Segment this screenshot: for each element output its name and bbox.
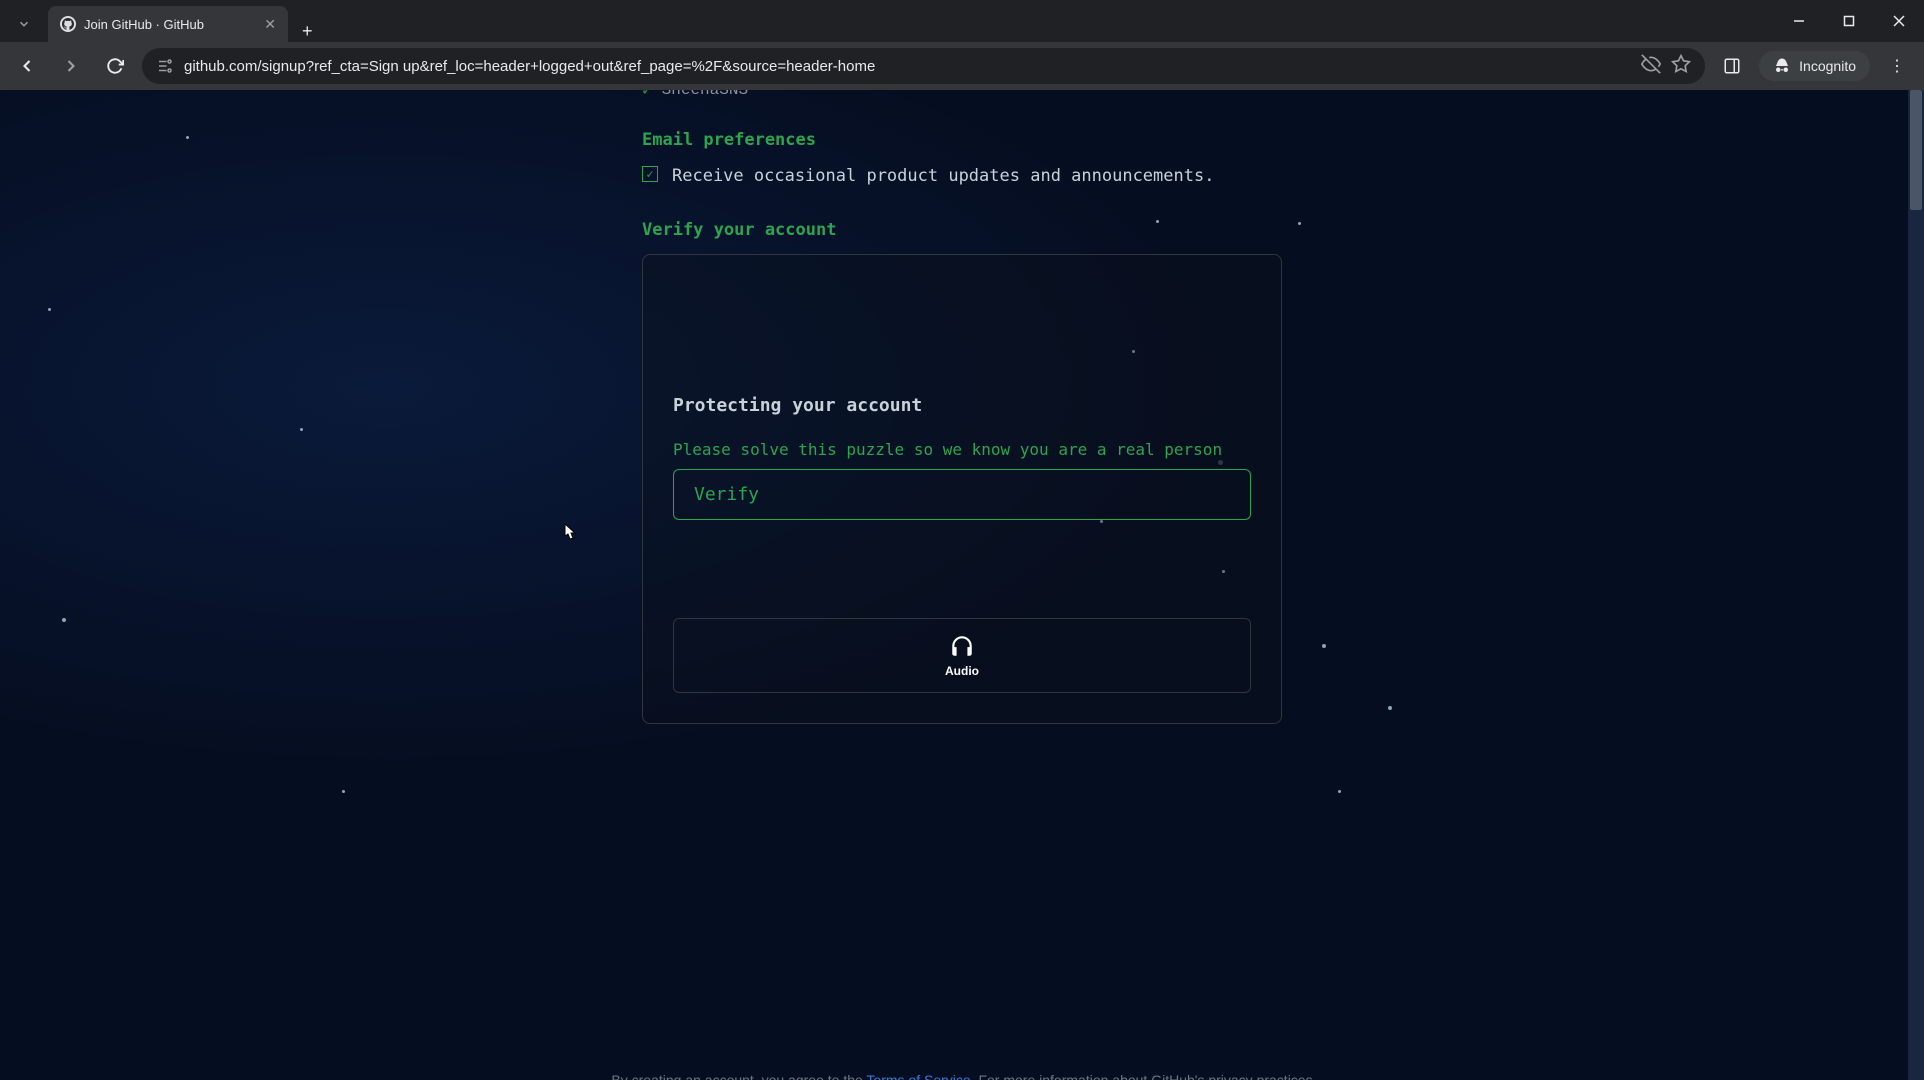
star-decoration xyxy=(300,428,303,431)
url-text: github.com/signup?ref_cta=Sign up&ref_lo… xyxy=(184,58,1631,75)
star-decoration xyxy=(1298,222,1301,225)
scrollbar-thumb[interactable] xyxy=(1910,90,1922,210)
incognito-label: Incognito xyxy=(1799,58,1856,74)
puzzle-instruction: Please solve this puzzle so we know you … xyxy=(673,440,1251,459)
email-prefs-label: Email preferences xyxy=(642,130,1282,150)
verify-account-label: Verify your account xyxy=(642,220,1282,240)
side-panel-button[interactable] xyxy=(1715,49,1749,83)
cursor-pointer-icon xyxy=(558,522,580,548)
footer-text: By creating an account, you agree to the… xyxy=(611,1072,1312,1080)
audio-label: Audio xyxy=(945,664,979,678)
star-decoration xyxy=(1338,790,1341,793)
close-icon[interactable]: ✕ xyxy=(264,16,276,33)
new-tab-button[interactable]: + xyxy=(288,21,327,42)
signup-form: ✓ SheenaSNS Email preferences ✓ Receive … xyxy=(642,90,1282,724)
tab-title: Join GitHub · GitHub xyxy=(84,17,256,32)
verify-panel: Protecting your account Please solve thi… xyxy=(642,254,1282,724)
tos-link[interactable]: Terms of Service xyxy=(866,1072,970,1080)
headphones-icon xyxy=(949,633,975,662)
scrollbar[interactable] xyxy=(1908,90,1924,1080)
star-decoration xyxy=(342,790,345,793)
github-favicon xyxy=(60,16,76,32)
site-settings-icon[interactable] xyxy=(156,57,174,75)
search-tabs-button[interactable] xyxy=(6,6,42,42)
star-decoration xyxy=(62,618,66,622)
protect-heading: Protecting your account xyxy=(673,395,1251,416)
chevron-down-icon xyxy=(17,17,31,31)
back-button[interactable] xyxy=(10,49,44,83)
check-icon: ✓ xyxy=(642,90,652,100)
audio-button[interactable]: Audio xyxy=(673,618,1251,693)
verify-button[interactable]: Verify xyxy=(673,469,1251,520)
username-value: SheenaSNS xyxy=(662,90,748,99)
minimize-button[interactable] xyxy=(1774,0,1824,42)
tab-active[interactable]: Join GitHub · GitHub ✕ xyxy=(48,6,288,42)
email-prefs-checkbox[interactable]: ✓ xyxy=(642,166,658,182)
close-window-button[interactable] xyxy=(1874,0,1924,42)
menu-button[interactable]: ⋮ xyxy=(1880,56,1914,76)
titlebar: Join GitHub · GitHub ✕ + xyxy=(0,0,1924,42)
eye-off-icon[interactable] xyxy=(1641,54,1661,79)
reload-button[interactable] xyxy=(98,49,132,83)
address-bar[interactable]: github.com/signup?ref_cta=Sign up&ref_lo… xyxy=(142,48,1705,84)
tabs-area: Join GitHub · GitHub ✕ + xyxy=(0,0,327,42)
toolbar: github.com/signup?ref_cta=Sign up&ref_lo… xyxy=(0,42,1924,90)
star-decoration xyxy=(1322,644,1326,648)
star-decoration xyxy=(1388,706,1392,710)
star-decoration xyxy=(48,308,51,311)
email-prefs-checkbox-label: Receive occasional product updates and a… xyxy=(672,164,1214,190)
page-viewport: ✓ SheenaSNS Email preferences ✓ Receive … xyxy=(0,90,1924,1080)
window-controls xyxy=(1774,0,1924,42)
incognito-badge[interactable]: Incognito xyxy=(1759,51,1870,81)
star-decoration xyxy=(186,136,189,139)
maximize-button[interactable] xyxy=(1824,0,1874,42)
forward-button[interactable] xyxy=(54,49,88,83)
email-prefs-checkbox-row: ✓ Receive occasional product updates and… xyxy=(642,164,1282,190)
incognito-icon xyxy=(1773,57,1791,75)
star-icon[interactable] xyxy=(1671,54,1691,79)
username-row: ✓ SheenaSNS xyxy=(642,90,1282,100)
